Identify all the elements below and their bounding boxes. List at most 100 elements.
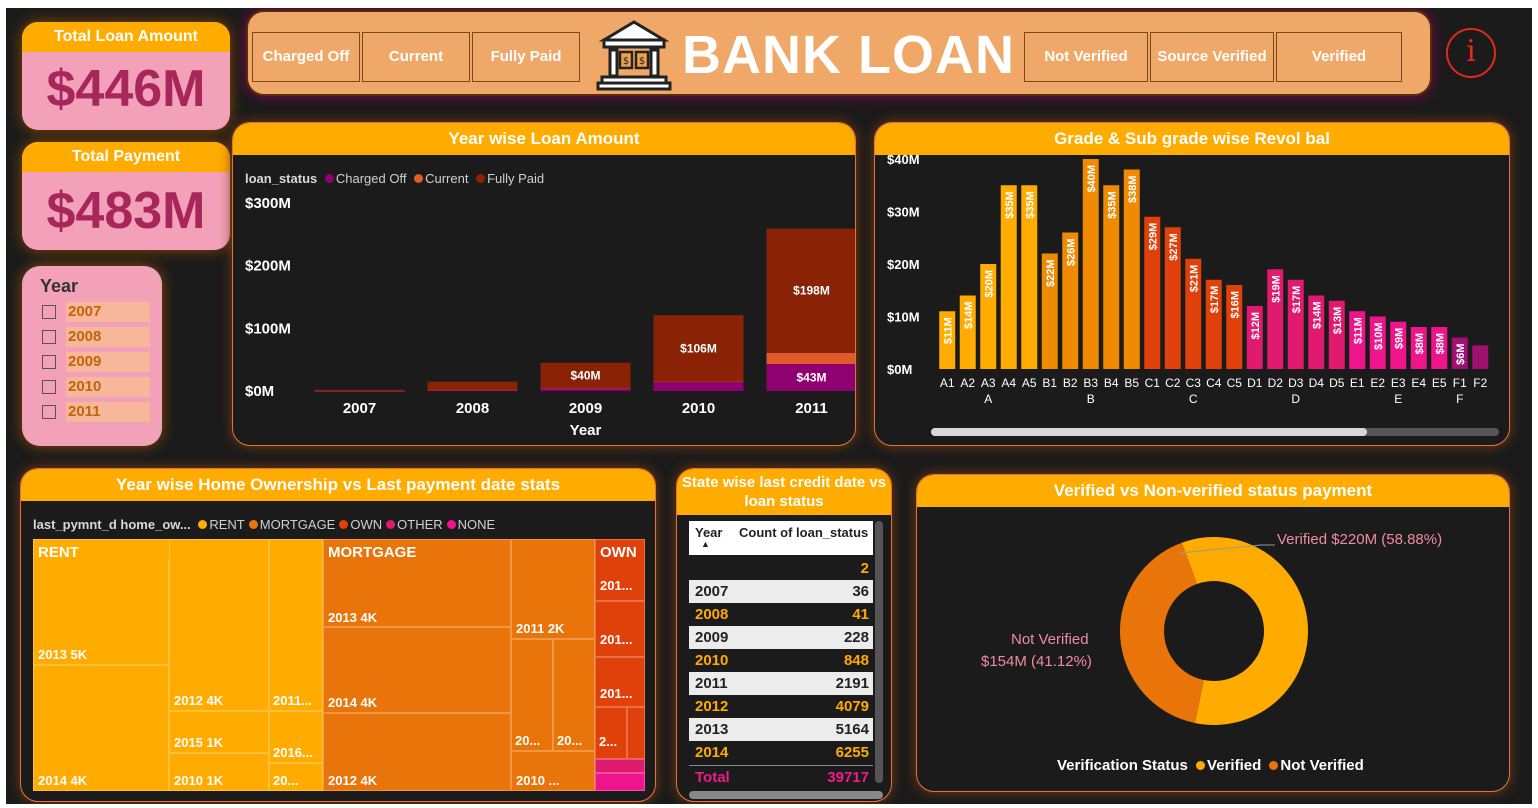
treemap-mortgage-2010[interactable]: 2010 ...: [511, 751, 595, 791]
treemap-own-b[interactable]: 201...: [595, 601, 645, 657]
treemap-rent-2010[interactable]: 2010 1K: [169, 753, 269, 791]
x-tick-label: E3: [1391, 376, 1406, 390]
filter-verified-button[interactable]: Verified: [1276, 32, 1402, 82]
table-row[interactable]: 2012 4079: [689, 695, 873, 718]
treemap: RENT 2014 4K 2013 5K 2012 4K 2011... 201…: [33, 539, 645, 791]
treemap-own-a[interactable]: OWN 201...: [595, 539, 645, 601]
table-row[interactable]: 2010 848: [689, 649, 873, 672]
bar-data-label: $9M: [1393, 328, 1405, 349]
treemap-rent-2011[interactable]: 2011...: [269, 539, 323, 711]
treemap-other[interactable]: [595, 759, 645, 773]
total-payment-card: Total Payment $483M: [22, 142, 230, 250]
year-option-2008[interactable]: 2008: [42, 327, 152, 347]
treemap-legend-own: OWN: [350, 517, 383, 532]
bar-charged-off-2010[interactable]: [653, 381, 744, 391]
x-tick-label: C4: [1206, 376, 1222, 390]
table-vertical-scrollbar[interactable]: [875, 521, 883, 783]
treemap-rent-2013[interactable]: 2013 5K: [33, 559, 169, 665]
filter-fully-paid-button[interactable]: Fully Paid: [472, 32, 580, 82]
treemap-own-d[interactable]: 2...: [595, 707, 627, 759]
year-option-label: 2009: [66, 352, 150, 372]
treemap-mortgage-b[interactable]: 20...: [553, 639, 595, 751]
treemap-rent-2011-label: 2011...: [273, 693, 313, 708]
sort-arrow-icon[interactable]: ▲: [701, 539, 710, 549]
treemap-none[interactable]: [595, 773, 645, 791]
bar-data-label: $8M: [1434, 333, 1446, 354]
y-tick-label: $10M: [887, 310, 920, 325]
bar-data-label: $21M: [1188, 265, 1200, 293]
treemap-rent-other[interactable]: 20...: [269, 763, 323, 791]
treemap-mortgage-2014[interactable]: 2014 4K: [323, 627, 511, 713]
checkbox-icon[interactable]: [42, 355, 56, 369]
info-icon[interactable]: i: [1446, 28, 1496, 78]
row-year: 2014: [695, 744, 729, 761]
bar-fully-paid-2008[interactable]: [427, 381, 518, 390]
not-verified-data-label-1: Not Verified: [1011, 631, 1089, 648]
bar-current-2009[interactable]: [540, 387, 631, 389]
year-option-2007[interactable]: 2007: [42, 302, 152, 322]
year-option-2009[interactable]: 2009: [42, 352, 152, 372]
treemap-mortgage-2012[interactable]: 2012 4K: [323, 713, 511, 791]
table-row[interactable]: 2011 2191: [689, 672, 873, 695]
grade-scrollbar[interactable]: [931, 428, 1499, 436]
x-tick-label: B3: [1083, 376, 1098, 390]
treemap-mortgage-2014-label: 2014 4K: [328, 695, 378, 710]
treemap-rent-2012[interactable]: 2012 4K: [169, 539, 269, 711]
checkbox-icon[interactable]: [42, 380, 56, 394]
table-row[interactable]: 2014 6255: [689, 741, 873, 764]
checkbox-icon[interactable]: [42, 330, 56, 344]
treemap-own-e[interactable]: [627, 707, 645, 759]
treemap-own-a-label: 201...: [600, 578, 633, 593]
bar-current-2007[interactable]: [314, 390, 405, 392]
state-table-title: State wise last credit date vs loan stat…: [677, 469, 891, 515]
total-loan-label: Total Loan Amount: [22, 22, 230, 52]
table-row[interactable]: 2009 228: [689, 626, 873, 649]
bar-data-label: $26M: [1065, 239, 1077, 267]
treemap-own-c[interactable]: 201...: [595, 657, 645, 707]
treemap-rent-2016[interactable]: 2016...: [269, 711, 323, 763]
filter-not-verified-button[interactable]: Not Verified: [1024, 32, 1148, 82]
donut-slice-verified[interactable]: [1181, 537, 1308, 725]
header-count[interactable]: Count of loan_status: [739, 525, 868, 540]
checkbox-icon[interactable]: [42, 305, 56, 319]
treemap-mortgage-a[interactable]: 20...: [511, 639, 553, 751]
year-loan-chart: $300M $200M $100M $0M 2007 2008 2009 2010 2011 $4…: [245, 195, 857, 439]
header-year[interactable]: Year: [695, 525, 722, 540]
x-tick-label: D5: [1329, 376, 1345, 390]
treemap-rent-2015[interactable]: 2015 1K: [169, 711, 269, 753]
bar-current-2011[interactable]: [766, 352, 857, 365]
donut-slice-not-verified[interactable]: [1120, 542, 1204, 724]
year-slicer: Year 2007 2008 2009 2010 2011: [22, 266, 162, 446]
year-option-label: 2007: [66, 302, 150, 322]
bar-fully-paid-2007[interactable]: [314, 389, 405, 391]
x-group-label: B: [1087, 392, 1095, 406]
year-option-2011[interactable]: 2011: [42, 402, 152, 422]
treemap-mortgage-2011-label: 2011 2K: [516, 621, 565, 636]
bar-F2[interactable]: [1472, 345, 1489, 369]
table-row[interactable]: 2008 41: [689, 603, 873, 626]
table-row[interactable]: 2007 36: [689, 580, 873, 603]
checkbox-icon[interactable]: [42, 405, 56, 419]
treemap-mortgage-2011[interactable]: 2011 2K: [511, 539, 595, 639]
filter-current-button[interactable]: Current: [362, 32, 470, 82]
year-option-2010[interactable]: 2010: [42, 377, 152, 397]
x-tick-label: A4: [1001, 376, 1016, 390]
x-tick-label: C2: [1165, 376, 1181, 390]
table-row[interactable]: 2013 5164: [689, 718, 873, 741]
treemap-rent-2014[interactable]: 2014 4K: [33, 665, 169, 791]
table-horizontal-scrollbar[interactable]: [689, 791, 883, 799]
treemap-mortgage-2013[interactable]: MORTGAGE 2013 4K: [323, 539, 511, 627]
filter-charged-off-button[interactable]: Charged Off: [252, 32, 360, 82]
verification-title: Verified vs Non-verified status payment: [917, 475, 1509, 507]
y-tick-label: $30M: [887, 205, 920, 220]
y-tick-label: $0M: [887, 362, 912, 377]
x-tick-label: A5: [1022, 376, 1037, 390]
bar-current-2010[interactable]: [653, 381, 744, 383]
bar-data-label: $11M: [1352, 317, 1364, 344]
table-row[interactable]: 2: [689, 557, 873, 580]
bar-current-2008[interactable]: [427, 389, 518, 391]
grade-scrollbar-thumb[interactable]: [931, 428, 1367, 436]
filter-source-verified-button[interactable]: Source Verified: [1150, 32, 1274, 82]
row-count: 848: [843, 652, 869, 669]
x-tick-label: A2: [960, 376, 975, 390]
